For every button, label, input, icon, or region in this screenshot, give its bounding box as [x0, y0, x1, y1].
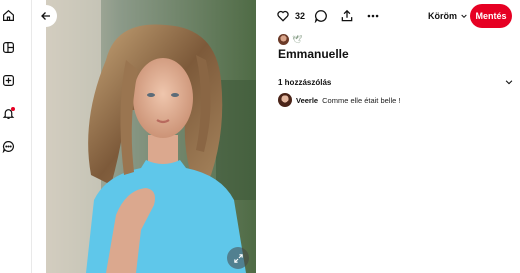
creator-row[interactable]: 🕊 [278, 33, 302, 45]
more-horizontal-icon [367, 14, 379, 18]
comment-button[interactable] [314, 6, 328, 26]
notifications-button[interactable] [0, 105, 17, 122]
left-nav-rail [0, 0, 17, 273]
like-button[interactable]: 32 [276, 6, 305, 26]
create-button[interactable] [0, 72, 17, 89]
notification-badge [11, 107, 15, 111]
comments-toggle[interactable]: 1 hozzászólás [278, 75, 514, 89]
explore-icon [3, 42, 14, 53]
pin-photo [46, 0, 256, 273]
share-button[interactable] [340, 6, 354, 26]
back-button[interactable] [35, 5, 57, 27]
pin-image[interactable] [46, 0, 256, 273]
commenter-avatar[interactable] [278, 93, 292, 107]
comments-count-label: 1 hozzászólás [278, 77, 332, 87]
creator-badge-icon: 🕊 [292, 34, 303, 44]
comment-author[interactable]: Veerle [296, 96, 318, 105]
expand-image-button[interactable] [227, 247, 249, 269]
home-button[interactable] [0, 7, 17, 24]
expand-icon [233, 253, 243, 263]
chevron-down-icon [461, 14, 467, 19]
pin-title: Emmanuelle [278, 47, 349, 61]
pin-action-bar: 32 Köröm Mentés [276, 4, 516, 28]
rail-divider [31, 0, 32, 273]
more-options-button[interactable] [366, 6, 380, 26]
create-icon [3, 75, 14, 86]
share-icon [341, 9, 353, 22]
messages-icon [2, 141, 14, 153]
like-count: 32 [295, 11, 306, 21]
arrow-left-icon [41, 12, 50, 20]
save-button[interactable]: Mentés [470, 4, 512, 28]
home-icon [3, 9, 14, 21]
chevron-down-icon [505, 80, 513, 85]
comment-item: Veerle Comme elle était belle ! [278, 93, 514, 107]
explore-button[interactable] [0, 39, 17, 56]
board-selector-label: Köröm [428, 11, 457, 21]
comment-text: Comme elle était belle ! [322, 95, 401, 105]
comment-icon [314, 10, 327, 23]
heart-icon [277, 10, 289, 22]
board-selector[interactable]: Köröm [428, 8, 468, 24]
creator-avatar[interactable] [278, 33, 289, 45]
messages-button[interactable] [0, 138, 17, 155]
